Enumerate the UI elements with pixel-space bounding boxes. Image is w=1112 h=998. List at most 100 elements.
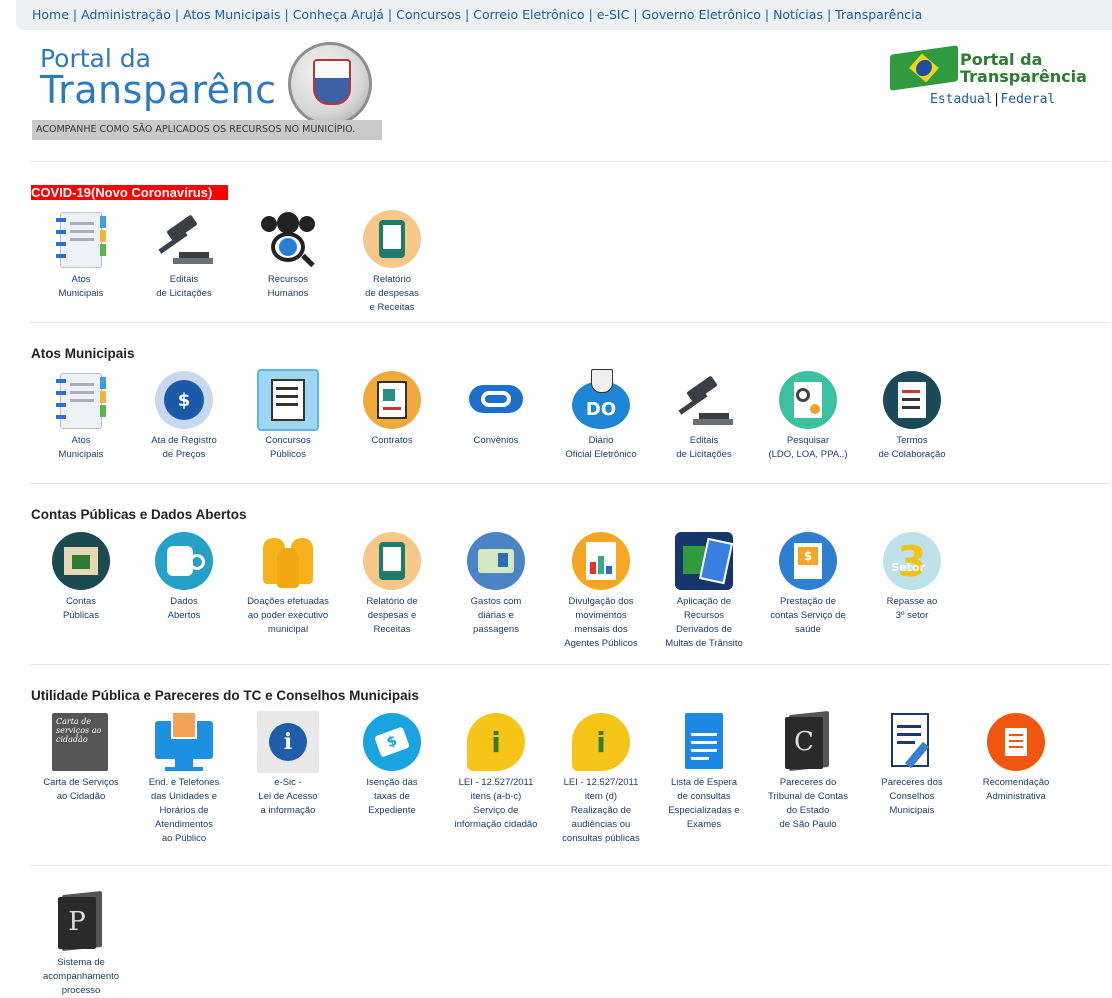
covid-item-label: Relatório de despesas e Receitas bbox=[365, 274, 419, 313]
utilidade-item-label: Pareceres dos Conselhos Municipais bbox=[881, 777, 943, 816]
third-sector-icon: 3 Setor bbox=[881, 530, 943, 592]
atos-item[interactable]: DO Diário Oficial Eletrônico bbox=[551, 369, 651, 462]
utilidade-item-label: LEI - 12.527/2011 item (d) Realização de… bbox=[562, 777, 640, 844]
logo-title-line2: Transparênc bbox=[40, 68, 277, 112]
recommendation-icon bbox=[985, 711, 1047, 773]
section-title-covid: COVID-19(Novo Coronavírus) bbox=[31, 185, 229, 200]
bank-icon bbox=[50, 530, 112, 592]
nav-separator: | bbox=[387, 7, 393, 22]
utilidade-item-label: Carta de Serviços ao Cidadão bbox=[43, 777, 119, 802]
divider bbox=[30, 865, 1110, 866]
covid-item[interactable]: Editais de Licitações bbox=[134, 208, 234, 301]
federal-link[interactable]: Federal bbox=[1000, 92, 1055, 107]
covid-item[interactable]: Recursos Humanos bbox=[238, 208, 338, 301]
contas-item-label: Divulgação dos movimentos mensais dos Ag… bbox=[564, 596, 638, 649]
info-icon: i bbox=[257, 711, 319, 773]
people-search-icon bbox=[257, 208, 319, 270]
atos-item[interactable]: Termos de Colaboração bbox=[862, 369, 962, 462]
contas-item[interactable]: Dados Abertos bbox=[134, 530, 234, 623]
atos-item-label: Ata de Registro de Preços bbox=[151, 435, 217, 460]
covid-item-label: Editais de Licitações bbox=[156, 274, 212, 299]
utilidade-item[interactable]: Recomendação Administrativa bbox=[966, 711, 1066, 804]
contas-item[interactable]: Divulgação dos movimentos mensais dos Ag… bbox=[551, 530, 651, 651]
database-search-icon bbox=[153, 530, 215, 592]
divider bbox=[30, 483, 1110, 484]
contas-item[interactable]: Contas Públicas bbox=[31, 530, 131, 623]
section-title-contas: Contas Públicas e Dados Abertos bbox=[31, 507, 247, 522]
utilidade-item[interactable]: Lista de Espera de consultas Especializa… bbox=[654, 711, 754, 832]
atos-item[interactable]: Pesquisar (LDO, LOA, PPA..) bbox=[758, 369, 858, 462]
phone-report-icon bbox=[361, 530, 423, 592]
nav-separator: | bbox=[588, 7, 593, 22]
contas-item[interactable]: $ Prestação de contas Serviço de saúde bbox=[758, 530, 858, 637]
utilidade-item[interactable]: Carta de serviços ao cidadão Carta de Se… bbox=[31, 711, 131, 804]
nav-separator: | bbox=[633, 7, 638, 22]
utilidade-item[interactable]: C Pareceres do Tribunal de Contas do Est… bbox=[758, 710, 858, 832]
portal-transparencia-logo[interactable]: Portal da Transparênc ACOMPANHE COMO SÃO… bbox=[32, 42, 382, 142]
service-letter-text: Carta de serviços ao cidadão bbox=[56, 717, 102, 744]
utilidade-item[interactable]: End. e Telefones das Unidades e Horários… bbox=[134, 711, 234, 846]
brazil-flag-icon bbox=[890, 45, 958, 91]
covid-item[interactable]: Atos Municipais bbox=[31, 208, 131, 301]
portal-transparencia-state-federal: Portal da Transparência Estadual|Federal bbox=[890, 45, 1095, 112]
utilidade-item[interactable]: i LEI - 12.527/2011 itens (a-b-c) Serviç… bbox=[446, 711, 546, 832]
nav-link-transparencia[interactable]: Transparência bbox=[835, 7, 922, 22]
atos-item[interactable]: $ Ata de Registro de Preços bbox=[134, 369, 234, 462]
contas-item-label: Repasse ao 3º setor bbox=[886, 596, 938, 621]
contas-item[interactable]: 3 Setor Repasse ao 3º setor bbox=[862, 530, 962, 623]
utilidade-item[interactable]: i LEI - 12.527/2011 item (d) Realização … bbox=[551, 711, 651, 846]
document-icon bbox=[673, 711, 735, 773]
utilidade-item[interactable]: $ Isenção das taxas de Expediente bbox=[342, 711, 442, 818]
section-title-utilidade: Utilidade Pública e Pareceres do TC e Co… bbox=[31, 688, 419, 703]
atos-item-label: Diário Oficial Eletrônico bbox=[565, 435, 637, 460]
estadual-link[interactable]: Estadual bbox=[930, 92, 993, 107]
health-accounts-icon: $ bbox=[777, 530, 839, 592]
atos-item[interactable]: Atos Municipais bbox=[31, 369, 131, 462]
document-pen-icon bbox=[881, 711, 943, 773]
contas-item[interactable]: Gastos com diárias e passagens bbox=[446, 530, 546, 637]
utilidade-item[interactable]: Pareceres dos Conselhos Municipais bbox=[862, 711, 962, 818]
divider bbox=[30, 322, 1110, 323]
state-federal-links: Estadual|Federal bbox=[930, 92, 1055, 107]
price-document-icon: $ bbox=[153, 369, 215, 431]
nav-link-atos-municipais[interactable]: Atos Municipais bbox=[183, 7, 280, 22]
contas-item-label: Prestação de contas Serviço de saúde bbox=[770, 596, 846, 635]
nav-separator: | bbox=[465, 7, 470, 22]
utilidade-item-label: Lista de Espera de consultas Especializa… bbox=[668, 777, 740, 830]
divider bbox=[30, 664, 1110, 665]
utilidade-item-label: Isenção das taxas de Expediente bbox=[366, 777, 418, 816]
nav-link-noticias[interactable]: Notícias bbox=[773, 7, 823, 22]
monthly-report-icon bbox=[570, 530, 632, 592]
atos-item[interactable]: Contratos bbox=[342, 369, 442, 448]
nav-link-administracao[interactable]: Administração bbox=[81, 7, 171, 22]
atos-item-label: Concursos Públicos bbox=[265, 435, 311, 460]
nav-link-concursos[interactable]: Concursos bbox=[396, 7, 461, 22]
covid-item-label: Atos Municipais bbox=[58, 274, 104, 299]
contract-icon bbox=[361, 369, 423, 431]
covid-item[interactable]: Relatório de despesas e Receitas bbox=[342, 208, 442, 315]
nav-link-correio-eletronico[interactable]: Correio Eletrônico bbox=[473, 7, 584, 22]
book-p-icon: P bbox=[50, 890, 112, 953]
covid-banner[interactable]: COVID-19(Novo Coronavírus) bbox=[31, 185, 229, 200]
atos-item[interactable]: Convênios bbox=[446, 369, 546, 448]
binder-icon bbox=[50, 208, 112, 270]
nav-link-governo-eletronico[interactable]: Governo Eletrônico bbox=[642, 7, 761, 22]
utilidade-item-label: Recomendação Administrativa bbox=[982, 777, 1050, 802]
section-title-atos: Atos Municipais bbox=[31, 346, 135, 361]
utilidade-item[interactable]: i e-Sic - Lei de Acesso a informação bbox=[238, 711, 338, 818]
nav-link-conheca-aruja[interactable]: Conheça Arujá bbox=[293, 7, 384, 22]
top-navigation: Home | Administração | Atos Municipais | Conhe… bbox=[16, 0, 1112, 30]
right-logo-title2: Transparência bbox=[960, 67, 1087, 86]
gavel-icon bbox=[673, 369, 735, 431]
nav-link-e-sic[interactable]: e-SIC bbox=[597, 7, 630, 22]
contas-item[interactable]: Aplicação de Recursos Derivados de Multa… bbox=[654, 530, 754, 651]
raised-hands-icon bbox=[257, 530, 319, 592]
contas-item[interactable]: Doações efetuadas ao poder executivo mun… bbox=[238, 530, 338, 637]
atos-item[interactable]: Editais de Licitações bbox=[654, 369, 754, 462]
sistema-item[interactable]: P Sistema de acompanhamento processo bbox=[31, 890, 131, 998]
binder-icon bbox=[50, 369, 112, 431]
contas-item[interactable]: Relatório de despesas e Receitas bbox=[342, 530, 442, 637]
checklist-icon bbox=[257, 369, 319, 431]
atos-item[interactable]: Concursos Públicos bbox=[238, 369, 338, 462]
nav-link-home[interactable]: Home bbox=[32, 7, 69, 22]
